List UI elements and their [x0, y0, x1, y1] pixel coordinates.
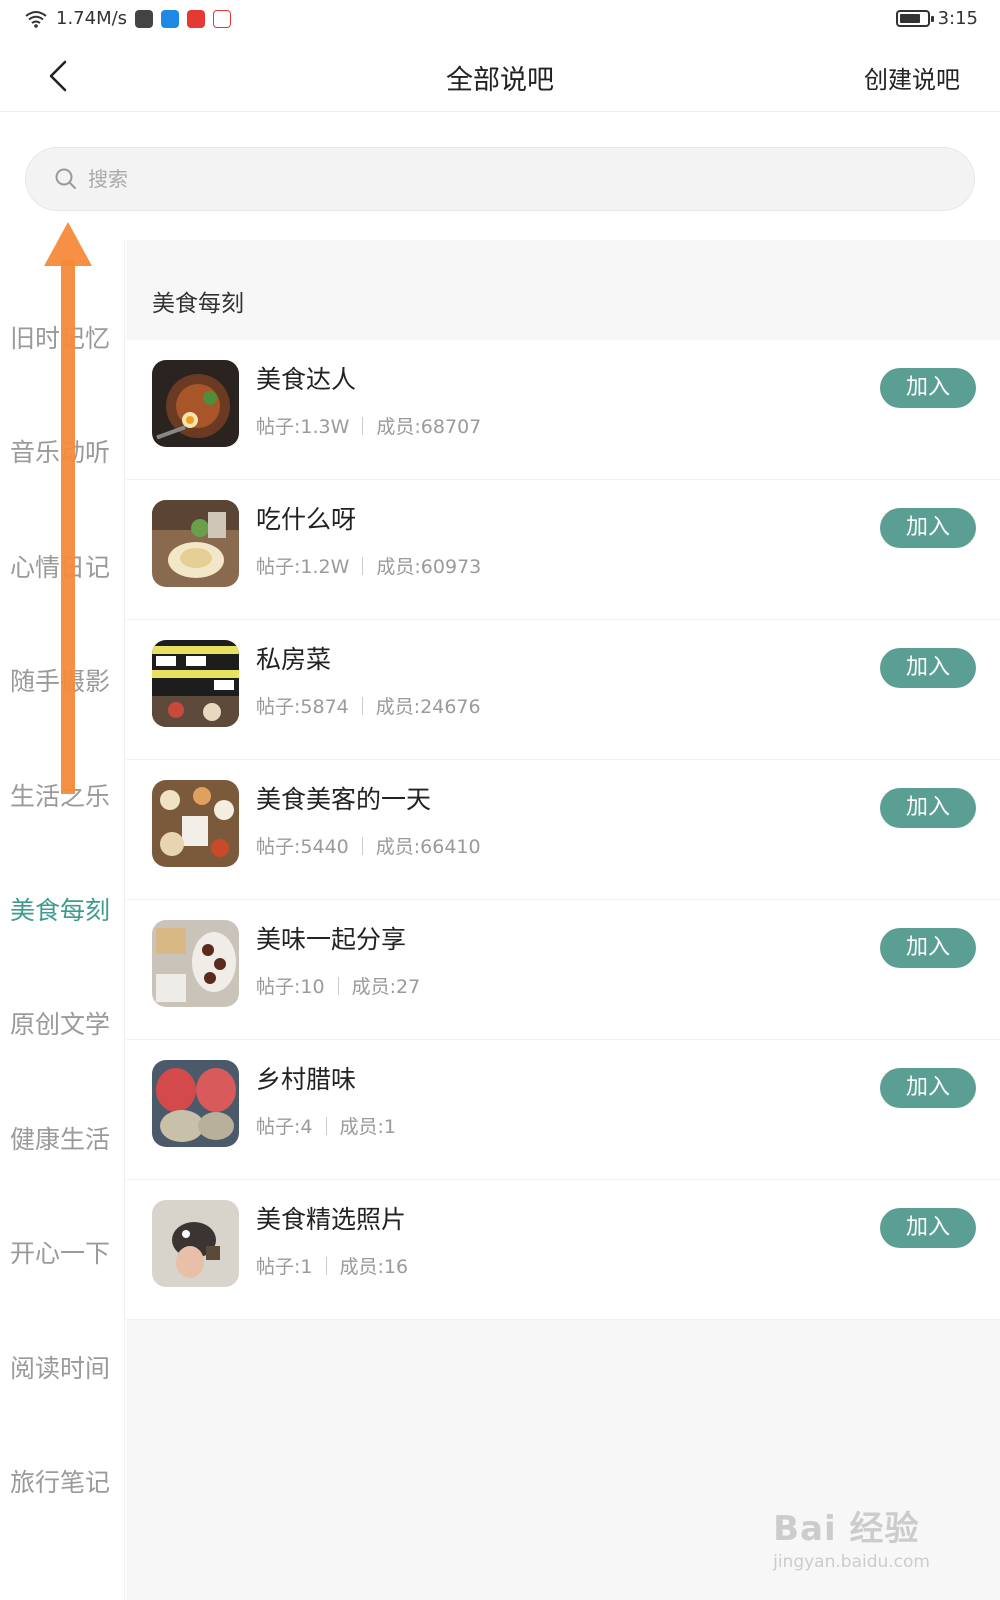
sidebar-item-food[interactable]: 美食每刻 — [0, 886, 125, 936]
member-count: 成员:16 — [339, 1256, 409, 1278]
sidebar-item-reading[interactable]: 阅读时间 — [0, 1344, 125, 1394]
post-count: 帖子:1.2W — [256, 556, 350, 578]
group-name: 吃什么呀 — [256, 505, 357, 534]
divider — [361, 696, 363, 715]
member-count: 成员:66410 — [375, 836, 481, 858]
create-button[interactable]: 创建说吧 — [864, 60, 960, 95]
member-count: 成员:60973 — [376, 556, 482, 578]
search-app-icon — [161, 9, 180, 28]
join-button[interactable]: 加入 — [880, 1068, 976, 1108]
list-item[interactable]: 私房菜 帖子:5874 成员:24676 加入 — [126, 620, 1000, 760]
category-sidebar: 旧时记忆 音乐动听 心情日记 随手摄影 生活之乐 美食每刻 原创文学 健康生活 … — [0, 240, 125, 1600]
search-icon — [55, 168, 76, 189]
list-item[interactable]: 美食精选照片 帖子:1 成员:16 加入 — [126, 1180, 1000, 1320]
join-button[interactable]: 加入 — [880, 508, 976, 548]
red-app-icon — [187, 9, 206, 28]
list-item[interactable]: 美食美客的一天 帖子:5440 成员:66410 加入 — [126, 760, 1000, 900]
group-list: 美食达人 帖子:1.3W 成员:68707 加入 吃什么呀 帖子:1.2W 成员… — [126, 340, 1000, 1320]
group-thumbnail — [152, 500, 239, 587]
join-button[interactable]: 加入 — [880, 648, 976, 688]
join-button[interactable]: 加入 — [880, 368, 976, 408]
divider — [362, 416, 364, 435]
search-input[interactable] — [88, 167, 888, 191]
sidebar-item-travel[interactable]: 旅行笔记 — [0, 1458, 125, 1508]
sidebar-item-music[interactable]: 音乐动听 — [0, 428, 125, 478]
group-name: 美味一起分享 — [256, 925, 407, 954]
status-bar: 1.74M/s 3:15 — [0, 0, 1000, 40]
status-right: 3:15 — [895, 8, 978, 29]
clock: 3:15 — [937, 8, 978, 29]
back-arrow-icon[interactable] — [40, 56, 80, 96]
sidebar-item-mood-diary[interactable]: 心情日记 — [0, 543, 125, 593]
join-button[interactable]: 加入 — [880, 1208, 976, 1248]
post-count: 帖子:10 — [256, 976, 325, 998]
group-thumbnail — [152, 780, 239, 867]
divider — [362, 556, 364, 575]
group-name: 美食美客的一天 — [256, 785, 432, 814]
member-count: 成员:68707 — [376, 416, 482, 438]
join-button[interactable]: 加入 — [880, 788, 976, 828]
group-thumbnail — [152, 640, 239, 727]
group-stats: 帖子:1 成员:16 — [256, 1252, 408, 1279]
wifi-icon — [25, 10, 47, 28]
member-count: 成员:27 — [351, 976, 421, 998]
divider — [325, 1256, 327, 1275]
group-name: 美食达人 — [256, 365, 357, 394]
divider — [361, 836, 363, 855]
sidebar-item-old-memories[interactable]: 旧时记忆 — [0, 314, 125, 364]
group-stats: 帖子:5874 成员:24676 — [256, 692, 481, 719]
post-count: 帖子:5874 — [256, 696, 349, 718]
post-count: 帖子:1 — [256, 1256, 313, 1278]
sidebar-item-literature[interactable]: 原创文学 — [0, 1000, 125, 1050]
group-name: 私房菜 — [256, 645, 332, 674]
group-stats: 帖子:4 成员:1 — [256, 1112, 396, 1139]
member-count: 成员:1 — [339, 1116, 397, 1138]
list-item[interactable]: 吃什么呀 帖子:1.2W 成员:60973 加入 — [126, 480, 1000, 620]
group-stats: 帖子:10 成员:27 — [256, 972, 420, 999]
group-thumbnail — [152, 360, 239, 447]
nav-bar: 全部说吧 创建说吧 — [0, 40, 1000, 112]
join-button[interactable]: 加入 — [880, 928, 976, 968]
sidebar-item-photography[interactable]: 随手摄影 — [0, 657, 125, 707]
wps-icon — [213, 9, 232, 28]
battery-icon — [895, 10, 934, 27]
divider — [325, 1116, 327, 1135]
group-stats: 帖子:1.2W 成员:60973 — [256, 552, 481, 579]
member-count: 成员:24676 — [375, 696, 481, 718]
upload-icon — [135, 9, 154, 28]
page-title: 全部说吧 — [446, 65, 554, 96]
list-item[interactable]: 乡村腊味 帖子:4 成员:1 加入 — [126, 1040, 1000, 1180]
list-item[interactable]: 美食达人 帖子:1.3W 成员:68707 加入 — [126, 340, 1000, 480]
group-thumbnail — [152, 920, 239, 1007]
sidebar-item-life-joy[interactable]: 生活之乐 — [0, 772, 125, 822]
sidebar-item-fun[interactable]: 开心一下 — [0, 1229, 125, 1279]
status-left: 1.74M/s — [24, 8, 232, 29]
search-bar[interactable] — [25, 147, 975, 211]
section-title: 美食每刻 — [152, 291, 244, 317]
divider — [337, 976, 339, 995]
group-content: 美食每刻 美食达人 帖子:1.3W 成员:68707 加入 吃什么呀 帖子:1.… — [126, 240, 1000, 1600]
group-stats: 帖子:5440 成员:66410 — [256, 832, 481, 859]
network-speed: 1.74M/s — [56, 8, 128, 29]
sidebar-item-health[interactable]: 健康生活 — [0, 1115, 125, 1165]
group-thumbnail — [152, 1060, 239, 1147]
list-item[interactable]: 美味一起分享 帖子:10 成员:27 加入 — [126, 900, 1000, 1040]
post-count: 帖子:1.3W — [256, 416, 350, 438]
group-name: 乡村腊味 — [256, 1065, 357, 1094]
group-thumbnail — [152, 1200, 239, 1287]
group-stats: 帖子:1.3W 成员:68707 — [256, 412, 481, 439]
post-count: 帖子:5440 — [256, 836, 349, 858]
post-count: 帖子:4 — [256, 1116, 313, 1138]
group-name: 美食精选照片 — [256, 1205, 407, 1234]
